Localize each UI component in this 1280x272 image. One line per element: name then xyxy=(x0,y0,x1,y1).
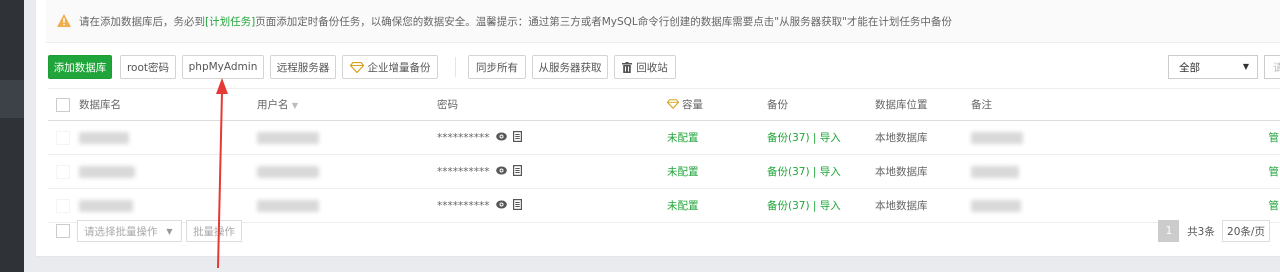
annotation-arrow xyxy=(216,78,228,269)
